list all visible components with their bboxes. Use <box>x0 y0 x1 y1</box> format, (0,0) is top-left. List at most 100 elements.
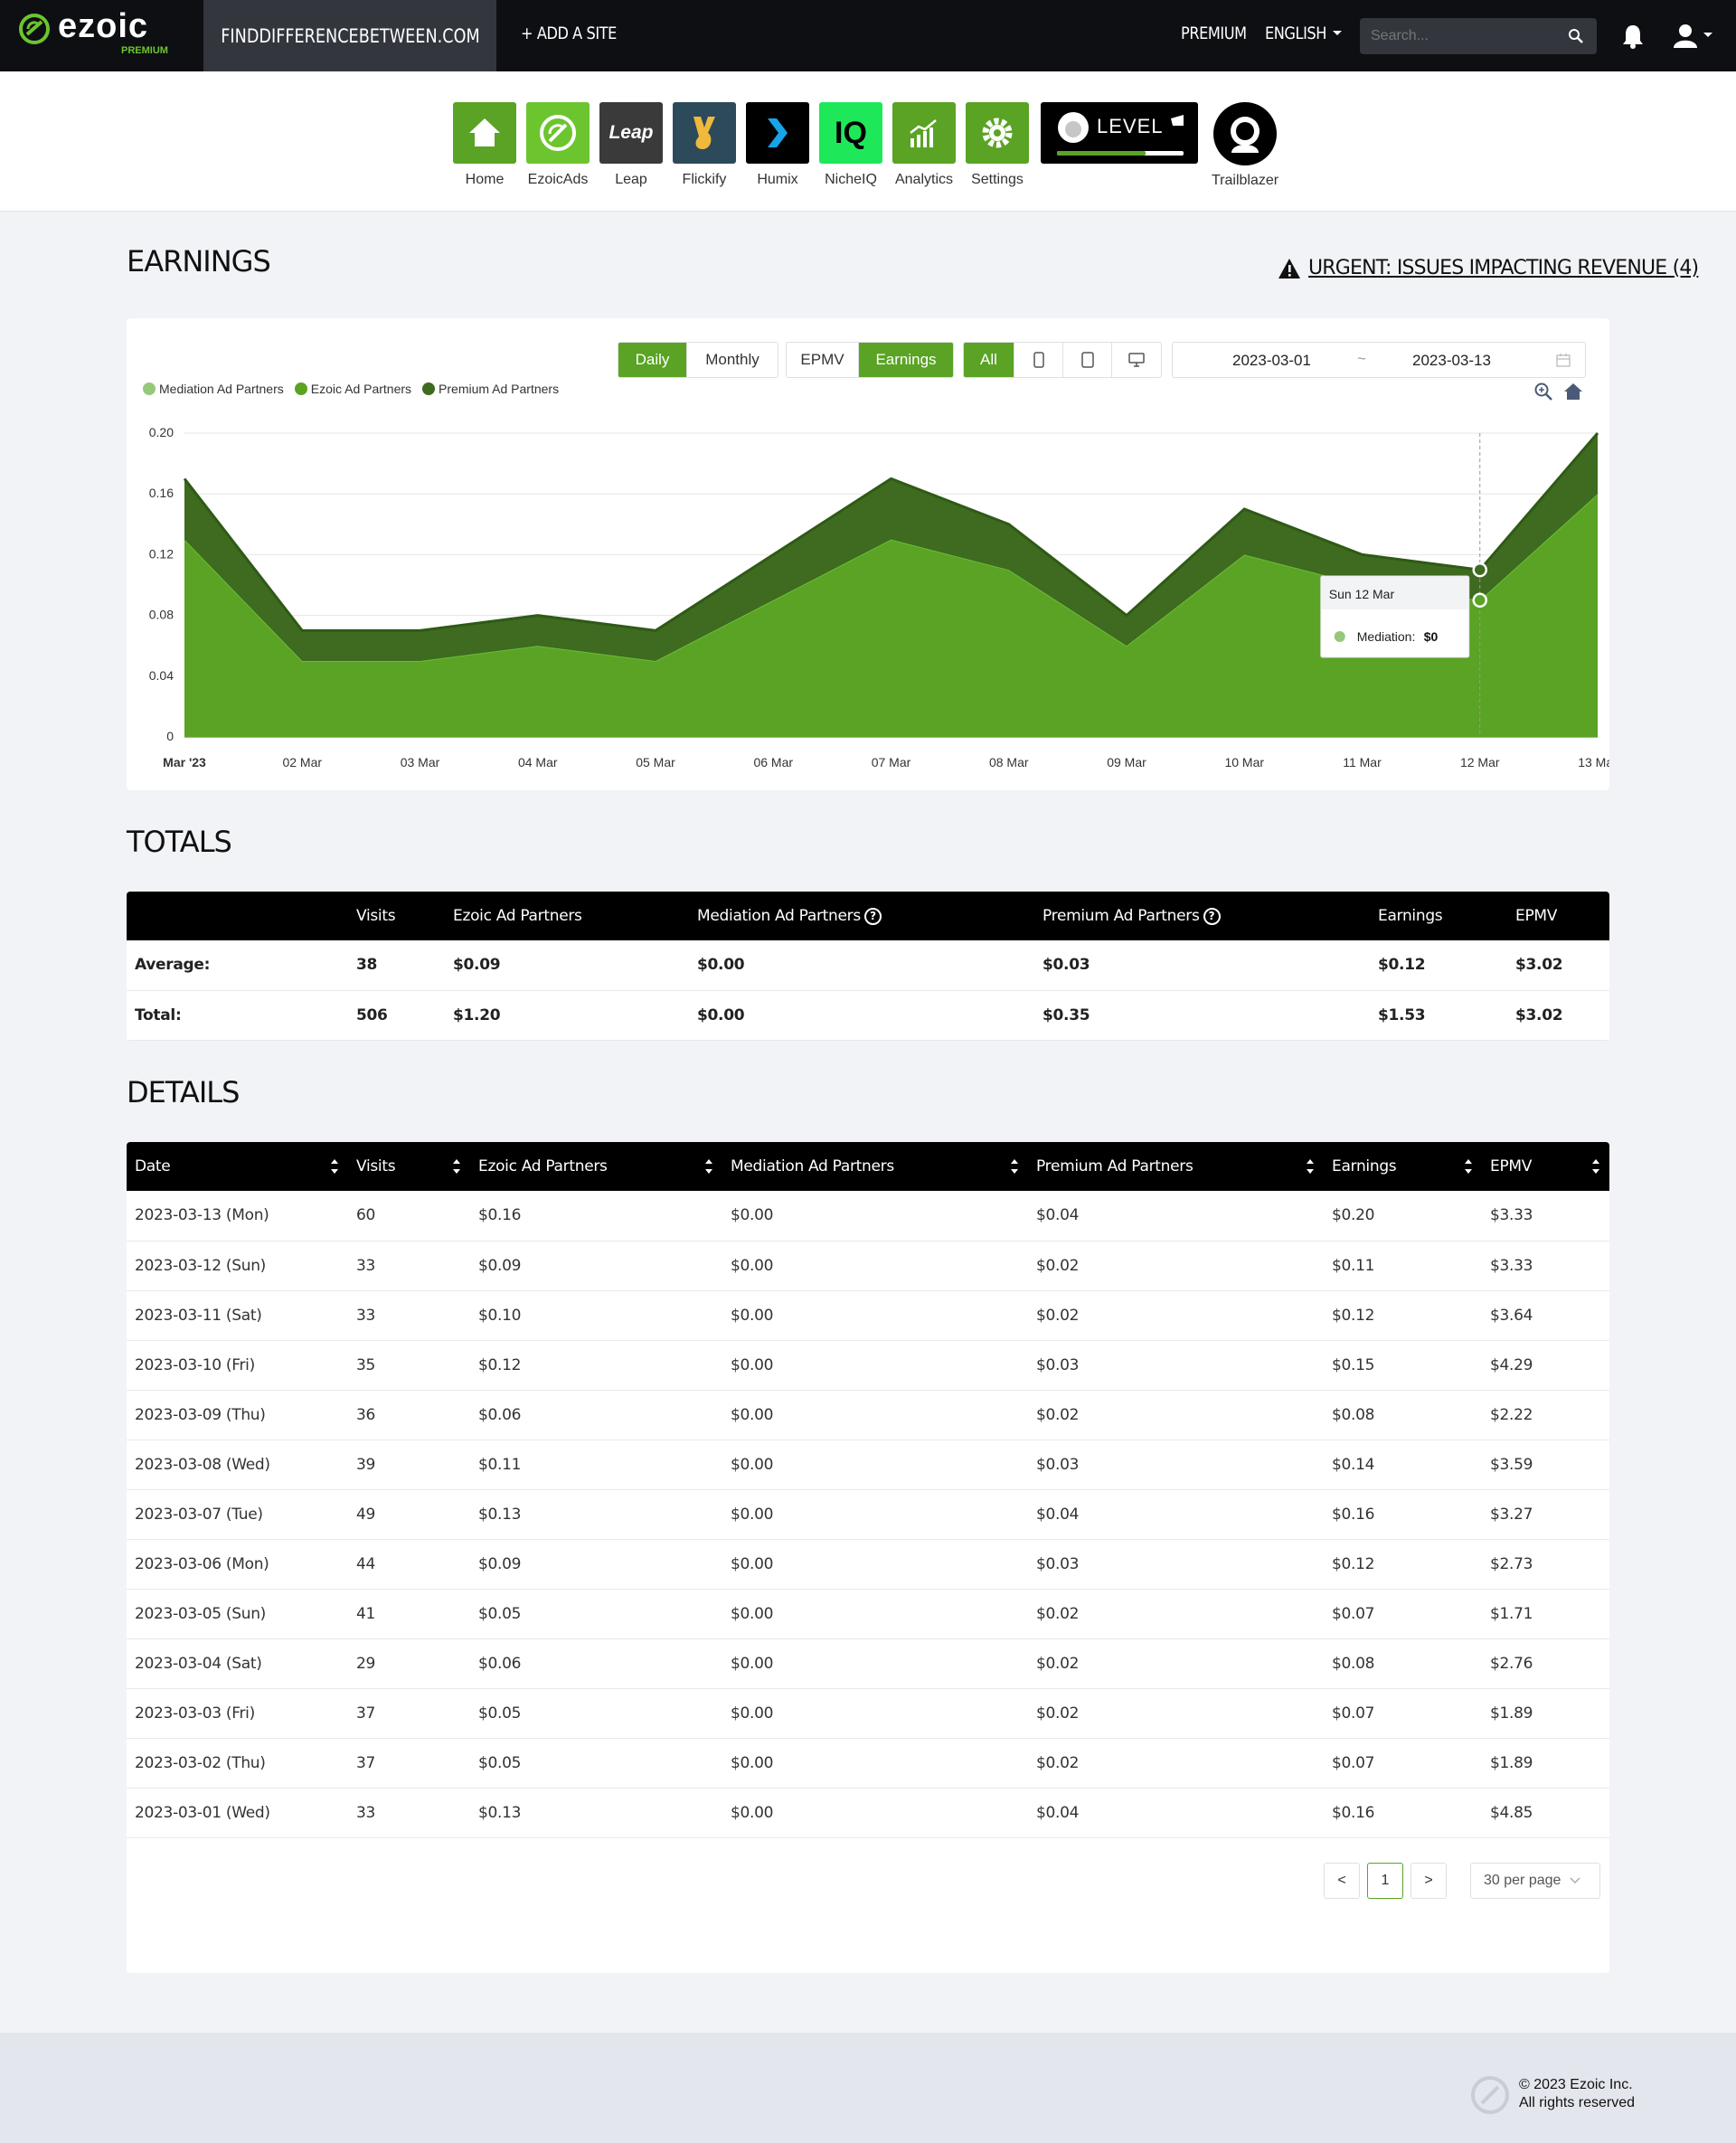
table-row: 2023-03-08 (Wed) 39 $0.11 $0.00 $0.03 $0.14 $3… <box>127 1440 1609 1490</box>
app-flickify[interactable]: Flickify <box>673 102 736 188</box>
totals-row: Average: 38 $0.09 $0.00 $0.03 $0.12 $3.02 <box>127 940 1609 991</box>
details-cell: 36 <box>348 1390 470 1440</box>
details-cell: 2023-03-04 (Sat) <box>127 1638 348 1689</box>
desktop-device-button[interactable] <box>1112 343 1161 377</box>
prev-page-button[interactable]: < <box>1324 1863 1360 1899</box>
astronaut-icon <box>1231 117 1260 153</box>
details-cell: $0.00 <box>722 1638 1028 1689</box>
totals-header-epmv: EPMV <box>1507 892 1609 940</box>
flickify-icon <box>693 117 715 149</box>
monthly-button[interactable]: Monthly <box>687 343 778 377</box>
details-header-cell[interactable]: Earnings <box>1324 1142 1482 1191</box>
details-cell: $0.02 <box>1028 1738 1324 1789</box>
app-analytics[interactable]: Analytics <box>892 102 956 188</box>
table-row: 2023-03-06 (Mon) 44 $0.09 $0.00 $0.03 $0.12 $2… <box>127 1539 1609 1590</box>
add-site-link[interactable]: + ADD A SITE <box>521 24 617 43</box>
zoom-icon[interactable] <box>1533 382 1553 401</box>
totals-cell: Total: <box>127 990 348 1041</box>
site-name: FINDDIFFERENCEBETWEEN.COM <box>220 24 480 47</box>
chevron-down-icon <box>1570 1877 1580 1884</box>
sort-icon[interactable] <box>1464 1156 1473 1176</box>
epmv-button[interactable]: EPMV <box>787 343 859 377</box>
totals-header-earnings: Earnings <box>1370 892 1507 940</box>
tooltip-title: Sun 12 Mar <box>1329 587 1395 601</box>
sort-icon[interactable] <box>704 1156 713 1176</box>
ezoic-logo[interactable]: ezoic PREMIUM <box>16 7 188 61</box>
page-1-button[interactable]: 1 <box>1367 1863 1403 1899</box>
details-cell: $0.08 <box>1324 1638 1482 1689</box>
app-leap[interactable]: Leap Leap <box>599 102 663 188</box>
sort-icon[interactable] <box>330 1156 339 1176</box>
details-header-cell[interactable]: Visits <box>348 1142 470 1191</box>
details-cell: $0.10 <box>470 1290 722 1341</box>
details-cell: 2023-03-09 (Thu) <box>127 1390 348 1440</box>
date-range-picker[interactable]: 2023-03-01 ~ 2023-03-13 <box>1172 342 1586 378</box>
table-row: 2023-03-13 (Mon) 60 $0.16 $0.00 $0.04 $0.20 $3… <box>127 1191 1609 1241</box>
x-tick-label: 08 Mar <box>989 755 1029 769</box>
tablet-device-button[interactable] <box>1063 343 1112 377</box>
daily-button[interactable]: Daily <box>618 343 687 377</box>
date-from[interactable]: 2023-03-01 <box>1232 352 1311 370</box>
app-humix[interactable]: Humix <box>746 102 809 188</box>
details-cell: $0.06 <box>470 1390 722 1440</box>
bell-icon[interactable] <box>1621 24 1645 49</box>
details-header-cell[interactable]: Date <box>127 1142 348 1191</box>
search-input[interactable] <box>1371 18 1570 54</box>
details-header-cell[interactable]: Ezoic Ad Partners <box>470 1142 722 1191</box>
desktop-icon <box>1128 353 1145 367</box>
sort-icon[interactable] <box>1306 1156 1315 1176</box>
details-cell: $0.11 <box>470 1440 722 1490</box>
legend-dot <box>143 382 156 395</box>
sort-icon[interactable] <box>1591 1156 1600 1176</box>
help-icon[interactable]: ? <box>1203 907 1221 925</box>
app-settings[interactable]: Settings <box>966 102 1029 188</box>
legend-item-mediation[interactable]: Mediation Ad Partners <box>143 382 284 396</box>
sort-icon[interactable] <box>1010 1156 1019 1176</box>
current-site-tab[interactable]: FINDDIFFERENCEBETWEEN.COM <box>203 0 496 71</box>
help-icon[interactable]: ? <box>863 907 882 925</box>
details-cell: $4.29 <box>1482 1340 1609 1391</box>
tooltip-label: Mediation: <box>1357 629 1416 644</box>
urgent-issues-link[interactable]: URGENT: ISSUES IMPACTING REVENUE (4) <box>1278 257 1699 279</box>
search-icon[interactable] <box>1568 28 1584 44</box>
legend-label: Ezoic Ad Partners <box>310 382 412 396</box>
details-cell: 2023-03-05 (Sun) <box>127 1589 348 1639</box>
date-separator: ~ <box>1357 350 1366 367</box>
legend-item-ezoic[interactable]: Ezoic Ad Partners <box>294 382 412 396</box>
device-toggle: All <box>963 342 1162 378</box>
legend-label: Premium Ad Partners <box>439 382 560 396</box>
reset-zoom-home-icon[interactable] <box>1563 382 1583 401</box>
earnings-button[interactable]: Earnings <box>859 343 953 377</box>
all-devices-button[interactable]: All <box>964 343 1014 377</box>
level-badge[interactable]: LEVEL <box>1041 102 1198 164</box>
totals-cell: $1.53 <box>1370 990 1507 1041</box>
app-nicheiq[interactable]: IQ NicheIQ <box>819 102 882 188</box>
details-cell: $0.00 <box>722 1539 1028 1590</box>
header-text: Mediation Ad Partners <box>731 1157 894 1175</box>
premium-link[interactable]: PREMIUM <box>1181 24 1247 43</box>
next-page-button[interactable]: > <box>1410 1863 1447 1899</box>
sort-icon[interactable] <box>452 1156 461 1176</box>
mobile-device-button[interactable] <box>1014 343 1063 377</box>
totals-table-card: Visits Ezoic Ad Partners Mediation Ad Pa… <box>127 892 1609 1041</box>
details-header-cell[interactable]: EPMV <box>1482 1142 1609 1191</box>
details-header-cell[interactable]: Premium Ad Partners <box>1028 1142 1324 1191</box>
totals-row: Total: 506 $1.20 $0.00 $0.35 $1.53 $3.02 <box>127 990 1609 1041</box>
legend-item-premium[interactable]: Premium Ad Partners <box>422 382 559 396</box>
trailblazer-link[interactable]: Trailblazer <box>1212 102 1278 189</box>
table-row: 2023-03-01 (Wed) 33 $0.13 $0.00 $0.04 $0.16 $4… <box>127 1788 1609 1838</box>
details-header-cell[interactable]: Mediation Ad Partners <box>722 1142 1028 1191</box>
leap-icon: Leap <box>609 122 654 143</box>
language-dropdown[interactable]: ENGLISH <box>1265 24 1343 43</box>
date-to[interactable]: 2023-03-13 <box>1412 352 1491 370</box>
details-cell: $2.22 <box>1482 1390 1609 1440</box>
user-menu[interactable] <box>1674 24 1713 53</box>
totals-header-ezoic: Ezoic Ad Partners <box>445 892 689 940</box>
details-cell: $0.00 <box>722 1738 1028 1789</box>
details-cell: 39 <box>348 1440 470 1490</box>
details-cell: $0.09 <box>470 1539 722 1590</box>
app-ezoicads[interactable]: EzoicAds <box>526 102 590 188</box>
per-page-select[interactable]: 30 per page <box>1470 1863 1600 1899</box>
details-cell: $0.02 <box>1028 1688 1324 1739</box>
app-home[interactable]: Home <box>453 102 516 188</box>
